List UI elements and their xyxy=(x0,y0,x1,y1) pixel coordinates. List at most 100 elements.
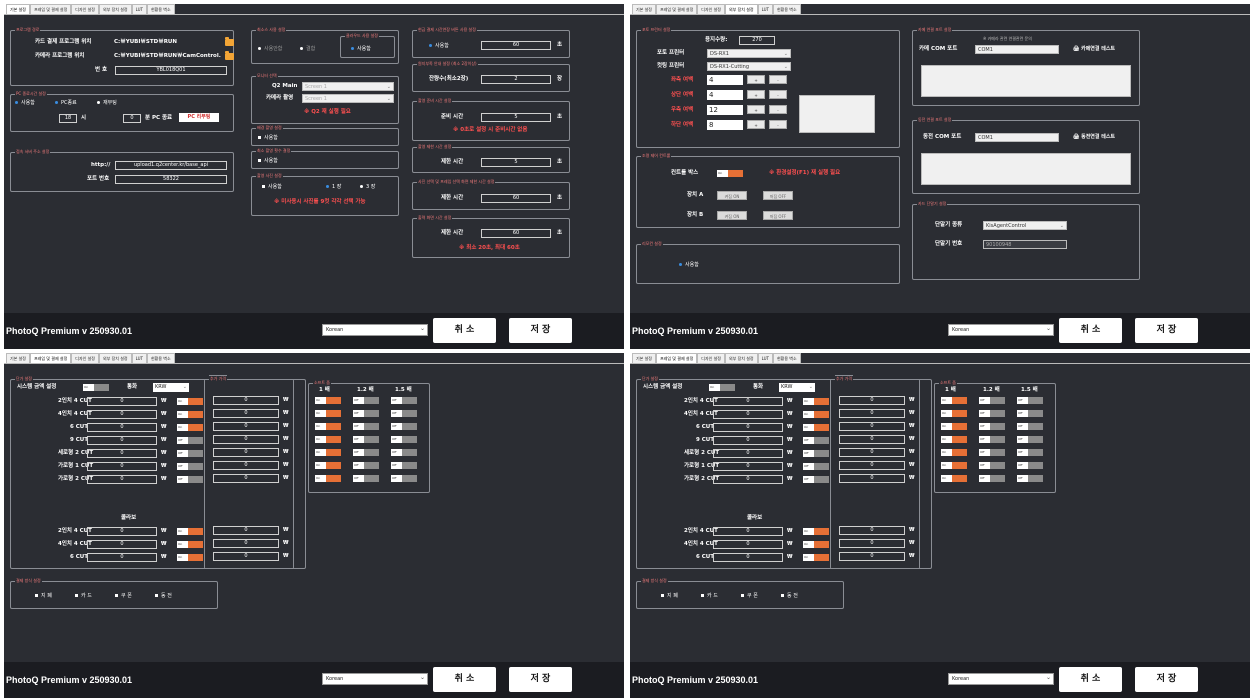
collage-price-field[interactable]: 0 xyxy=(87,553,157,562)
shoot-one-radio[interactable]: 1 장 xyxy=(326,183,341,191)
zoom-toggle[interactable]: Off xyxy=(1017,397,1043,404)
pay-coupon-check[interactable]: 쿠 폰 xyxy=(115,592,132,600)
price-field[interactable]: 0 xyxy=(87,423,157,432)
price-row-toggle[interactable]: Off xyxy=(803,437,829,444)
zoom-toggle[interactable]: Off xyxy=(353,410,379,417)
price-field[interactable]: 0 xyxy=(713,462,783,471)
collage-row-toggle[interactable]: On xyxy=(803,528,829,535)
language-select[interactable]: Korean ⌄ xyxy=(322,673,428,685)
left-margin-minus-button[interactable]: - xyxy=(769,75,787,84)
number-field[interactable]: YBL018Q01 xyxy=(115,66,227,75)
collage-extra-field[interactable]: 0 xyxy=(213,552,279,561)
camera-port-field[interactable]: COM1 xyxy=(975,45,1059,54)
zoom-toggle[interactable]: Off xyxy=(1017,410,1043,417)
extra-price-field[interactable]: 0 xyxy=(839,396,905,405)
price-row-toggle[interactable]: On xyxy=(803,411,829,418)
price-field[interactable]: 0 xyxy=(87,449,157,458)
prep-seconds-field[interactable]: 5 xyxy=(481,113,551,122)
cut-photo-off-radio[interactable]: 사용안함 xyxy=(258,45,282,53)
right-margin-field[interactable]: 12 xyxy=(707,105,743,115)
zoom-toggle[interactable]: On xyxy=(315,436,341,443)
paper-qty-field[interactable]: 270 xyxy=(739,36,775,45)
left-margin-plus-button[interactable]: + xyxy=(747,75,765,84)
price-row-toggle[interactable]: On xyxy=(177,424,203,431)
cash-use-radio[interactable]: 사용함 xyxy=(429,42,449,50)
currency-select[interactable]: KRW ⌄ xyxy=(779,383,815,392)
zoom-toggle[interactable]: Off xyxy=(353,436,379,443)
device-a-off-button[interactable]: 꺼짐 OFF xyxy=(763,191,793,200)
collage-price-field[interactable]: 0 xyxy=(713,527,783,536)
main-monitor-select[interactable]: Screen 1 ⌄ xyxy=(302,82,394,91)
pc-use-radio[interactable]: 사용함 xyxy=(15,99,35,107)
price-field[interactable]: 0 xyxy=(713,423,783,432)
photo-printer-select[interactable]: DS-RX1 ⌄ xyxy=(707,49,791,58)
collage-row-toggle[interactable]: On xyxy=(803,541,829,548)
zoom-toggle[interactable]: Off xyxy=(353,449,379,456)
pc-reboot-button[interactable]: PC 리부팅 xyxy=(179,113,219,122)
zoom-toggle[interactable]: On xyxy=(315,423,341,430)
collage-price-field[interactable]: 0 xyxy=(713,553,783,562)
price-field[interactable]: 0 xyxy=(713,397,783,406)
cloud-use-radio[interactable]: 사용함 xyxy=(351,45,371,53)
price-row-toggle[interactable]: On xyxy=(177,411,203,418)
zoom-toggle[interactable]: Off xyxy=(391,475,417,482)
print-seconds-field[interactable]: 60 xyxy=(481,229,551,238)
price-row-toggle[interactable]: Off xyxy=(177,463,203,470)
price-row-toggle[interactable]: On xyxy=(803,424,829,431)
card-program-path[interactable]: C:￦YUBI￦STD￦RUN xyxy=(114,38,177,46)
collage-extra-field[interactable]: 0 xyxy=(213,539,279,548)
zoom-toggle[interactable]: On xyxy=(315,475,341,482)
bottom-margin-minus-button[interactable]: - xyxy=(769,120,787,129)
system-price-toggle[interactable]: On xyxy=(709,384,735,391)
zoom-toggle[interactable]: Off xyxy=(979,475,1005,482)
pay-coupon-check[interactable]: 쿠 폰 xyxy=(741,592,758,600)
bg-use-check[interactable]: 사용함 xyxy=(258,134,278,142)
collage-price-field[interactable]: 0 xyxy=(87,540,157,549)
save-button[interactable]: 저 장 xyxy=(509,667,572,692)
collage-price-field[interactable]: 0 xyxy=(87,527,157,536)
bottom-margin-field[interactable]: 8 xyxy=(707,120,743,130)
extra-price-field[interactable]: 0 xyxy=(213,448,279,457)
min-count-use-check[interactable]: 사용함 xyxy=(258,157,278,165)
zoom-toggle[interactable]: On xyxy=(941,449,967,456)
extra-price-field[interactable]: 0 xyxy=(213,474,279,483)
price-field[interactable]: 0 xyxy=(87,397,157,406)
zoom-toggle[interactable]: On xyxy=(941,475,967,482)
collage-extra-field[interactable]: 0 xyxy=(839,539,905,548)
extra-price-field[interactable]: 0 xyxy=(839,422,905,431)
paper-count-field[interactable]: 2 xyxy=(481,75,551,84)
zoom-toggle[interactable]: On xyxy=(941,410,967,417)
zoom-toggle[interactable]: Off xyxy=(391,436,417,443)
zoom-toggle[interactable]: On xyxy=(941,397,967,404)
language-select[interactable]: Korean ⌄ xyxy=(948,673,1054,685)
pc-reboot-radio[interactable]: 재부팅 xyxy=(97,99,117,107)
coin-test-button[interactable]: 🖨 동전연결 테스트 xyxy=(1073,133,1115,141)
extra-price-field[interactable]: 0 xyxy=(213,396,279,405)
left-margin-field[interactable]: 4 xyxy=(707,75,743,85)
price-field[interactable]: 0 xyxy=(713,410,783,419)
pay-bill-check[interactable]: 지 폐 xyxy=(35,592,52,600)
zoom-toggle[interactable]: Off xyxy=(353,475,379,482)
pc-shutdown-radio[interactable]: PC종료 xyxy=(55,99,77,107)
shoot-three-radio[interactable]: 3 장 xyxy=(360,183,375,191)
zoom-toggle[interactable]: Off xyxy=(1017,475,1043,482)
cancel-button[interactable]: 취 소 xyxy=(433,667,496,692)
price-row-toggle[interactable]: On xyxy=(803,398,829,405)
collage-row-toggle[interactable]: On xyxy=(177,554,203,561)
collage-extra-field[interactable]: 0 xyxy=(213,526,279,535)
zoom-toggle[interactable]: Off xyxy=(979,436,1005,443)
collage-extra-field[interactable]: 0 xyxy=(839,526,905,535)
save-button[interactable]: 저 장 xyxy=(509,318,572,343)
extra-price-field[interactable]: 0 xyxy=(213,461,279,470)
zoom-toggle[interactable]: Off xyxy=(391,423,417,430)
cut-printer-select[interactable]: DS-RX1-Cutting ⌄ xyxy=(707,62,791,71)
top-margin-minus-button[interactable]: - xyxy=(769,90,787,99)
zoom-toggle[interactable]: Off xyxy=(391,410,417,417)
control-box-toggle[interactable]: On xyxy=(717,170,743,177)
cash-seconds-field[interactable]: 60 xyxy=(481,41,551,50)
collage-row-toggle[interactable]: On xyxy=(177,541,203,548)
pay-card-check[interactable]: 카 드 xyxy=(701,592,718,600)
price-row-toggle[interactable]: Off xyxy=(177,450,203,457)
zoom-toggle[interactable]: Off xyxy=(353,462,379,469)
extra-price-field[interactable]: 0 xyxy=(213,435,279,444)
